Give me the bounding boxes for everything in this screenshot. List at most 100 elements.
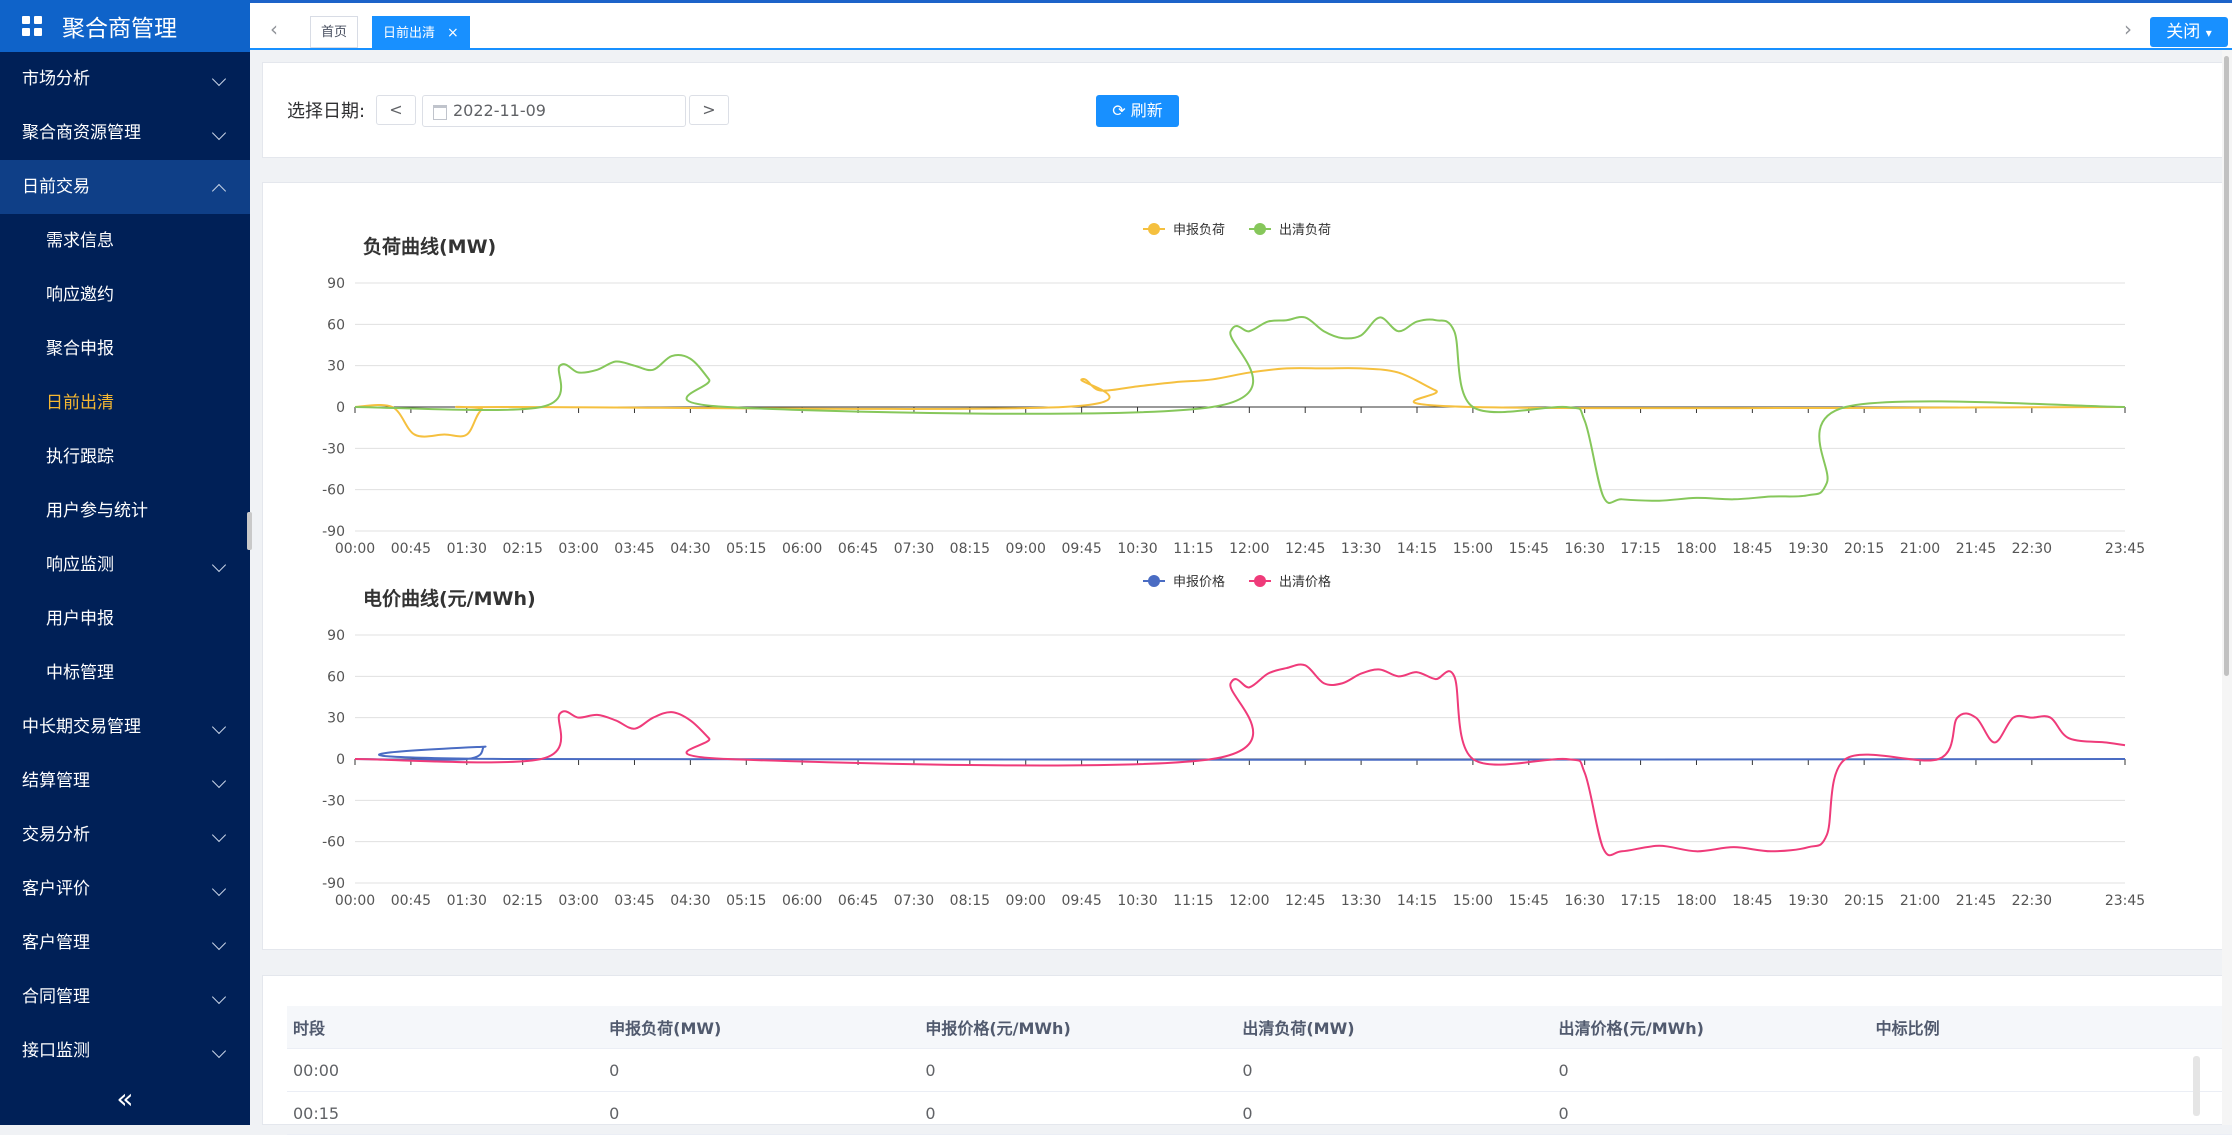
- x-tick-label: 14:15: [1397, 893, 1437, 909]
- app-brand[interactable]: 聚合商管理: [0, 0, 250, 52]
- next-day-button[interactable]: >: [689, 95, 729, 125]
- chevron-down-icon: [211, 125, 227, 141]
- refresh-icon: ⟳: [1112, 101, 1126, 120]
- prev-day-button[interactable]: <: [376, 95, 416, 125]
- column-header[interactable]: 中标比例: [1869, 1006, 2232, 1049]
- legend-label[interactable]: 申报价格: [1173, 574, 1225, 590]
- sidebar-item-12[interactable]: 中长期交易管理: [0, 700, 250, 754]
- sidebar-item-15[interactable]: 客户评价: [0, 862, 250, 916]
- x-tick-label: 03:00: [558, 893, 598, 909]
- table-cell: 00:00: [287, 1048, 604, 1092]
- table-cell: 0: [1552, 1091, 1870, 1135]
- sidebar-item-label: 中长期交易管理: [22, 717, 141, 737]
- page-scrollbar[interactable]: [2222, 50, 2232, 1125]
- column-header[interactable]: 出清价格(元/MWh): [1552, 1006, 1870, 1049]
- x-tick-label: 06:45: [838, 893, 878, 909]
- x-tick-label: 00:00: [335, 893, 375, 909]
- sidebar: 聚合商管理 市场分析聚合商资源管理 日前交易 需求信息 响应邀约 聚合申报 日前出清 执行跟…: [0, 0, 250, 1125]
- x-tick-label: 23:45: [2105, 893, 2145, 909]
- refresh-button[interactable]: ⟳ 刷新: [1096, 95, 1179, 127]
- sidebar-item-17[interactable]: 合同管理: [0, 970, 250, 1024]
- x-tick-label: 07:30: [894, 541, 934, 557]
- calendar-icon: [433, 105, 447, 120]
- sidebar-item-8[interactable]: 用户参与统计: [0, 484, 250, 538]
- price-curve-chart: 申报价格 出清价格电价曲线(元/MWh) 90 60 30 0 -30 -60 -9000:00…: [322, 574, 2145, 909]
- y-tick-label: 90: [327, 276, 345, 292]
- legend-label[interactable]: 申报负荷: [1173, 223, 1225, 238]
- column-header[interactable]: 出清负荷(MW): [1236, 1006, 1553, 1049]
- results-table-panel: 时段 申报负荷(MW) 申报价格(元/MWh) 出清负荷(MW) 出清价格(元/MWh)…: [262, 975, 2232, 1135]
- date-value: 2022-11-09: [453, 101, 546, 120]
- sidebar-item-label: 客户管理: [22, 933, 90, 953]
- x-tick-label: 21:45: [1956, 541, 1996, 557]
- x-tick-label: 00:45: [391, 893, 431, 909]
- sidebar-item-label: 交易分析: [22, 825, 90, 845]
- sidebar-item-14[interactable]: 交易分析: [0, 808, 250, 862]
- close-tab-icon[interactable]: ×: [447, 25, 459, 41]
- legend-label[interactable]: 出清负荷: [1279, 223, 1331, 238]
- sidebar-item-2[interactable]: 日前交易: [0, 160, 250, 214]
- chart-title: 电价曲线(元/MWh): [363, 587, 536, 610]
- x-tick-label: 05:15: [726, 541, 766, 557]
- x-tick-label: 00:00: [335, 541, 375, 557]
- x-tick-label: 11:15: [1173, 893, 1213, 909]
- x-tick-label: 08:15: [950, 541, 990, 557]
- sidebar-item-label: 用户参与统计: [46, 501, 148, 521]
- sidebar-item-13[interactable]: 结算管理: [0, 754, 250, 808]
- sidebar-item-0[interactable]: 市场分析: [0, 52, 250, 106]
- sidebar-resize-handle[interactable]: [247, 512, 252, 550]
- date-picker-input[interactable]: 2022-11-09: [422, 95, 686, 127]
- x-tick-label: 16:30: [1565, 541, 1605, 557]
- tabs-scroll-left-icon[interactable]: ‹: [270, 17, 278, 41]
- charts-panel: 申报负荷 出清负荷 负荷曲线(MW) 90 60 30 0 -30 -60 -90 00:00 00:…: [262, 182, 2227, 950]
- sidebar-item-4[interactable]: 响应邀约: [0, 268, 250, 322]
- tab-home[interactable]: 首页: [310, 16, 359, 48]
- sidebar-item-5[interactable]: 聚合申报: [0, 322, 250, 376]
- x-tick-label: 06:45: [838, 541, 878, 557]
- chevron-down-icon: [211, 935, 227, 951]
- close-tabs-button[interactable]: 关闭 ▾: [2150, 17, 2228, 47]
- legend-label[interactable]: 出清价格: [1279, 574, 1331, 590]
- table-scrollbar[interactable]: [2193, 1056, 2200, 1116]
- sidebar-item-label: 结算管理: [22, 771, 90, 791]
- tabs-scroll-right-icon[interactable]: ›: [2124, 17, 2132, 41]
- table-header-row: 时段 申报负荷(MW) 申报价格(元/MWh) 出清负荷(MW) 出清价格(元/MWh)…: [287, 1006, 2232, 1049]
- sidebar-item-label: 接口监测: [22, 1041, 90, 1061]
- apps-grid-icon: [22, 16, 42, 36]
- y-tick-label: 0: [336, 400, 345, 416]
- series-line-1[interactable]: [354, 316, 2126, 504]
- x-tick-label: 21:00: [1900, 541, 1940, 557]
- page-scrollbar-thumb[interactable]: [2224, 56, 2229, 676]
- sidebar-item-16[interactable]: 客户管理: [0, 916, 250, 970]
- series-line-0[interactable]: [354, 367, 2126, 438]
- sidebar-item-11[interactable]: 中标管理: [0, 646, 250, 700]
- column-header[interactable]: 时段: [287, 1006, 604, 1049]
- collapse-sidebar-icon[interactable]: «: [0, 1075, 250, 1125]
- sidebar-item-7[interactable]: 执行跟踪: [0, 430, 250, 484]
- sidebar-item-1[interactable]: 聚合商资源管理: [0, 106, 250, 160]
- legend-marker: [1254, 575, 1266, 587]
- sidebar-item-3[interactable]: 需求信息: [0, 214, 250, 268]
- tab-current-label: 日前出清: [383, 26, 436, 41]
- series-line-0[interactable]: [354, 745, 2126, 761]
- sidebar-item-18[interactable]: 接口监测: [0, 1024, 250, 1078]
- tab-day-ahead-clearing[interactable]: 日前出清 ×: [372, 16, 470, 48]
- sidebar-item-label: 市场分析: [22, 69, 90, 89]
- x-tick-label: 14:15: [1397, 541, 1437, 557]
- table-row[interactable]: 00:15 0 0 0 0: [287, 1091, 2232, 1135]
- refresh-label: 刷新: [1130, 101, 1163, 120]
- chevron-down-icon: [211, 881, 227, 897]
- sidebar-item-6[interactable]: 日前出清: [0, 376, 250, 430]
- table-row[interactable]: 00:00 0 0 0 0: [287, 1048, 2232, 1092]
- x-tick-label: 12:00: [1229, 893, 1269, 909]
- column-header[interactable]: 申报价格(元/MWh): [919, 1006, 1237, 1049]
- column-header[interactable]: 申报负荷(MW): [603, 1006, 920, 1049]
- table-cell: 0: [919, 1048, 1237, 1092]
- chevron-up-icon: [211, 183, 227, 199]
- sidebar-item-10[interactable]: 用户申报: [0, 592, 250, 646]
- x-tick-label: 18:00: [1676, 541, 1716, 557]
- sidebar-item-9[interactable]: 响应监测: [0, 538, 250, 592]
- y-tick-label: 90: [327, 628, 345, 644]
- x-tick-label: 05:15: [726, 893, 766, 909]
- x-tick-label: 23:45: [2105, 541, 2145, 557]
